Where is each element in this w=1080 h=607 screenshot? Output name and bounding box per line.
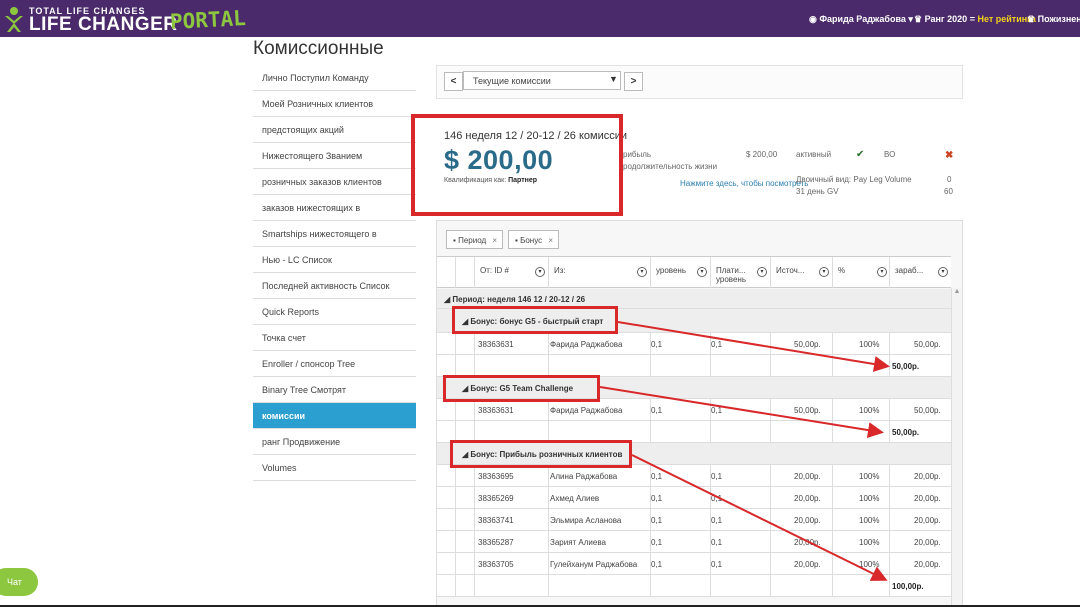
chat-label: Чат (7, 577, 22, 587)
annotation-arrows (599, 321, 890, 581)
arrow-line (599, 386, 884, 438)
chat-button[interactable]: Чат (0, 568, 38, 596)
arrow-line (617, 321, 890, 372)
arrow-line (631, 454, 888, 581)
